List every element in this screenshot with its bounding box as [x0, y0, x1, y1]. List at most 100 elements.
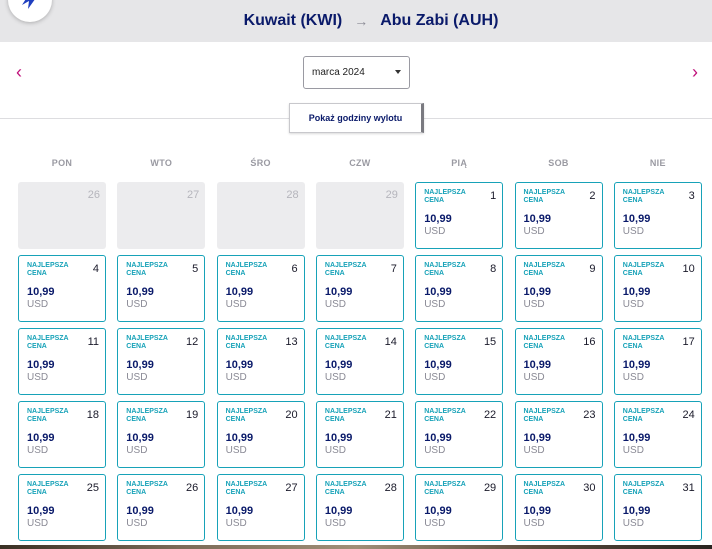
best-price-badge: NAJLEPSZA CENA — [126, 408, 168, 423]
calendar-day[interactable]: 1 NAJLEPSZA CENA 10,99 USD — [415, 182, 504, 249]
calendar-day[interactable]: 29 NAJLEPSZA CENA 10,99 USD — [415, 474, 504, 541]
best-price-badge: NAJLEPSZA CENA — [324, 262, 367, 277]
month-select[interactable]: marca 2024 — [303, 56, 410, 89]
calendar-day[interactable]: 10 NAJLEPSZA CENA 10,99 USD — [613, 255, 702, 322]
best-price-badge: NAJLEPSZA CENA — [424, 189, 466, 204]
best-price-badge: NAJLEPSZA CENA — [324, 335, 367, 350]
best-price-badge: NAJLEPSZA CENA — [622, 189, 665, 204]
calendar-day[interactable]: 18 NAJLEPSZA CENA 10,99 USD — [18, 401, 106, 468]
price-value: 10,99 — [126, 286, 154, 298]
day-number: 26 — [87, 189, 100, 201]
calendar-day[interactable]: 31 NAJLEPSZA CENA 10,99 USD — [613, 474, 702, 541]
day-number: 13 — [285, 336, 298, 348]
currency-label: USD — [523, 299, 545, 310]
calendar-day[interactable]: 24 NAJLEPSZA CENA 10,99 USD — [613, 401, 702, 468]
price-value: 10,99 — [622, 213, 651, 225]
calendar-day[interactable]: 25 NAJLEPSZA CENA 10,99 USD — [18, 474, 106, 541]
best-price-badge: NAJLEPSZA CENA — [126, 335, 168, 350]
best-price-badge: NAJLEPSZA CENA — [622, 335, 665, 350]
best-price-badge: NAJLEPSZA CENA — [225, 335, 267, 350]
day-number: 24 — [682, 409, 695, 421]
weekday-label: CZW — [349, 158, 371, 168]
best-price-badge: NAJLEPSZA CENA — [27, 408, 69, 423]
price-value: 10,99 — [324, 286, 353, 298]
currency-label: USD — [126, 299, 148, 310]
currency-label: USD — [523, 445, 545, 456]
price-value: 10,99 — [126, 505, 154, 517]
currency-label: USD — [27, 445, 49, 456]
price-value: 10,99 — [324, 505, 353, 517]
calendar-day[interactable]: 7 NAJLEPSZA CENA 10,99 USD — [315, 255, 404, 322]
price-value: 10,99 — [523, 286, 552, 298]
calendar-day[interactable]: 14 NAJLEPSZA CENA 10,99 USD — [315, 328, 404, 395]
calendar-day[interactable]: 4 NAJLEPSZA CENA 10,99 USD — [18, 255, 106, 322]
currency-label: USD — [523, 518, 545, 529]
calendar-day[interactable]: 26 NAJLEPSZA CENA 10,99 USD — [117, 474, 206, 541]
calendar-day[interactable]: 9 NAJLEPSZA CENA 10,99 USD — [514, 255, 603, 322]
calendar-day[interactable]: 11 NAJLEPSZA CENA 10,99 USD — [18, 328, 106, 395]
best-price-badge: NAJLEPSZA CENA — [622, 262, 665, 277]
day-number: 6 — [291, 263, 298, 275]
calendar-day[interactable]: 5 NAJLEPSZA CENA 10,99 USD — [117, 255, 206, 322]
chevron-left-icon[interactable]: ‹ — [12, 63, 26, 81]
price-value: 10,99 — [622, 359, 651, 371]
calendar-day[interactable]: 21 NAJLEPSZA CENA 10,99 USD — [315, 401, 404, 468]
price-value: 10,99 — [424, 286, 452, 298]
weekday-label: NIE — [649, 158, 666, 168]
best-price-badge: NAJLEPSZA CENA — [622, 408, 665, 423]
day-number: 17 — [682, 336, 695, 348]
calendar-day[interactable]: 20 NAJLEPSZA CENA 10,99 USD — [216, 401, 305, 468]
weekday-label: PON — [51, 158, 73, 168]
price-value: 10,99 — [523, 505, 552, 517]
calendar-day[interactable]: 2 NAJLEPSZA CENA 10,99 USD — [514, 182, 603, 249]
price-value: 10,99 — [523, 213, 552, 225]
currency-label: USD — [27, 518, 49, 529]
price-value: 10,99 — [523, 432, 552, 444]
calendar-day[interactable]: 13 NAJLEPSZA CENA 10,99 USD — [216, 328, 305, 395]
calendar-day[interactable]: 22 NAJLEPSZA CENA 10,99 USD — [415, 401, 504, 468]
calendar-day[interactable]: 6 NAJLEPSZA CENA 10,99 USD — [216, 255, 305, 322]
day-number: 23 — [583, 409, 596, 421]
price-value: 10,99 — [225, 286, 254, 298]
price-value: 10,99 — [324, 359, 353, 371]
day-number: 29 — [385, 189, 398, 201]
price-value: 10,99 — [424, 432, 452, 444]
best-price-badge: NAJLEPSZA CENA — [523, 189, 565, 204]
best-price-badge: NAJLEPSZA CENA — [225, 262, 267, 277]
calendar-day[interactable]: 30 NAJLEPSZA CENA 10,99 USD — [514, 474, 603, 541]
price-value: 10,99 — [126, 359, 154, 371]
calendar-day[interactable]: 3 NAJLEPSZA CENA 10,99 USD — [613, 182, 702, 249]
calendar-day[interactable]: 15 NAJLEPSZA CENA 10,99 USD — [415, 328, 504, 395]
day-number: 11 — [87, 336, 99, 348]
price-value: 10,99 — [225, 505, 254, 517]
day-number: 8 — [490, 263, 497, 275]
best-price-badge: NAJLEPSZA CENA — [324, 481, 367, 496]
calendar-day[interactable]: 16 NAJLEPSZA CENA 10,99 USD — [514, 328, 603, 395]
price-value: 10,99 — [225, 432, 254, 444]
calendar-day[interactable]: 8 NAJLEPSZA CENA 10,99 USD — [415, 255, 504, 322]
day-number: 29 — [483, 482, 497, 494]
calendar-day[interactable]: 27 NAJLEPSZA CENA 10,99 USD — [216, 474, 305, 541]
price-value: 10,99 — [424, 359, 452, 371]
currency-label: USD — [622, 299, 644, 310]
calendar-day[interactable]: 28 NAJLEPSZA CENA 10,99 USD — [315, 474, 404, 541]
route-arrow-icon: → — [354, 13, 369, 29]
price-value: 10,99 — [424, 505, 452, 517]
best-price-badge: NAJLEPSZA CENA — [424, 335, 466, 350]
route-title: Kuwait (KWI) → Abu Zabi (AUH) — [0, 0, 712, 42]
best-price-badge: NAJLEPSZA CENA — [225, 408, 267, 423]
currency-label: USD — [424, 299, 446, 310]
calendar-day[interactable]: 12 NAJLEPSZA CENA 10,99 USD — [117, 328, 206, 395]
calendar-day-disabled: 27 — [117, 182, 206, 249]
currency-label: USD — [424, 372, 446, 383]
best-price-badge: NAJLEPSZA CENA — [523, 481, 565, 496]
best-price-badge: NAJLEPSZA CENA — [27, 481, 69, 496]
calendar-day[interactable]: 17 NAJLEPSZA CENA 10,99 USD — [613, 328, 702, 395]
show-departure-times-button[interactable]: Pokaż godziny wylotu — [289, 103, 424, 133]
calendar-day-disabled: 26 — [18, 182, 106, 249]
day-number: 9 — [589, 263, 596, 275]
calendar-day[interactable]: 19 NAJLEPSZA CENA 10,99 USD — [117, 401, 206, 468]
calendar-day[interactable]: 23 NAJLEPSZA CENA 10,99 USD — [514, 401, 603, 468]
price-value: 10,99 — [324, 432, 353, 444]
chevron-right-icon[interactable]: › — [688, 63, 702, 81]
